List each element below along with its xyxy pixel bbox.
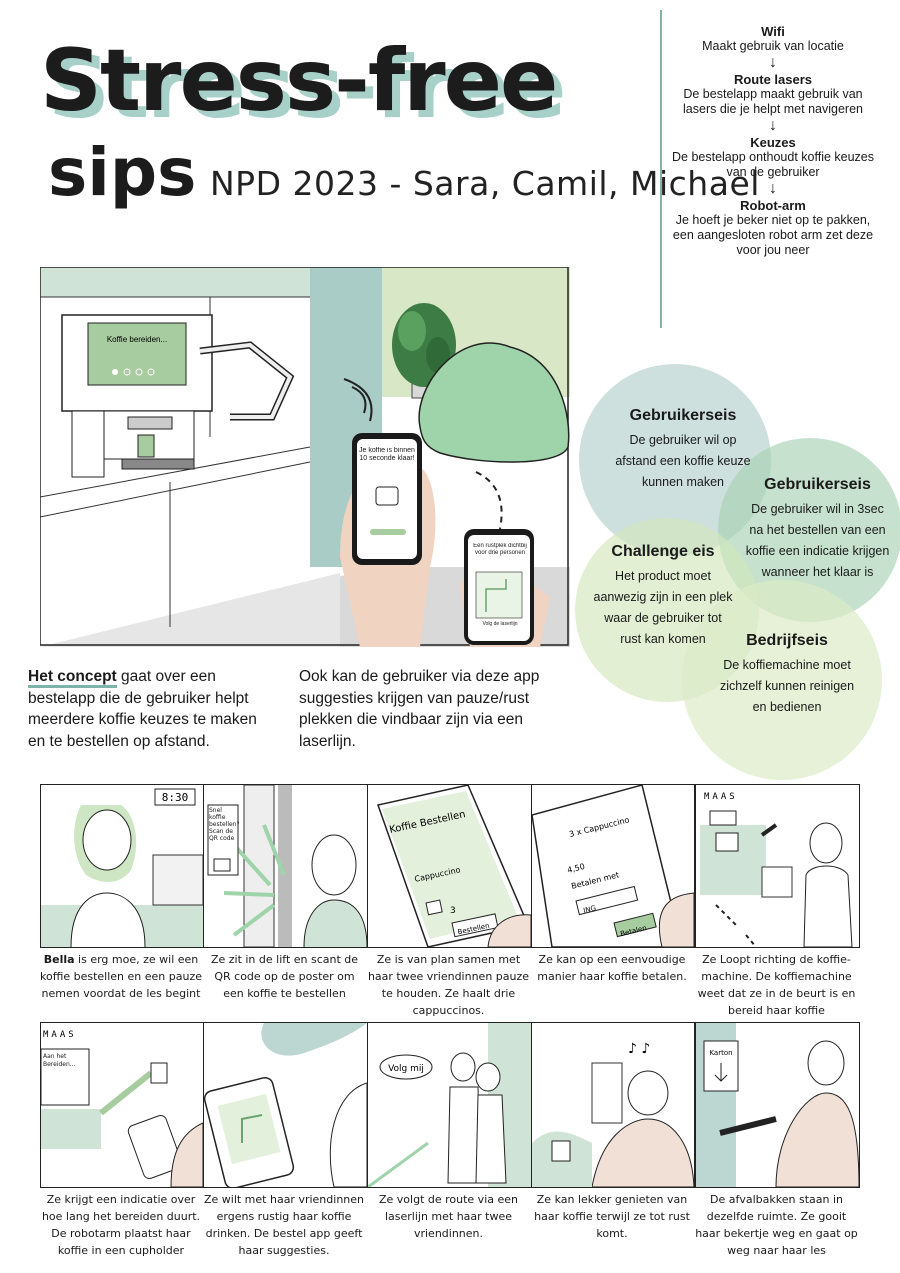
requirement-text: De gebruiker wil op afstand een koffie k…: [615, 433, 751, 489]
story-panel: Karton: [695, 1022, 860, 1188]
story-panel: Snel koffie bestellen? Scan de QR code: [203, 784, 368, 948]
phone-notification-text: Je koffie is binnen 10 seconde klaar!: [359, 447, 415, 462]
story-caption: Ze Loopt richting de koffie-machine. De …: [697, 953, 856, 1017]
flow-divider: [660, 10, 662, 328]
concept-highlight: Het concept: [28, 668, 117, 688]
story-panel: ♪ ♪: [531, 1022, 695, 1188]
panel-illustration: MAAS Aan het Bereiden...: [41, 1030, 203, 1187]
speech-bubble-text: Volg mij: [388, 1064, 424, 1074]
story-caption: Ze volgt de route via een laserlijn met …: [378, 1193, 518, 1240]
story-panel: Koffie Bestellen Cappuccino 3 Bestellen: [367, 784, 532, 948]
sign-text: MAAS: [704, 792, 738, 802]
panel-illustration: ♪ ♪: [532, 1041, 694, 1187]
story-caption: Ze wilt met haar vriendinnen ergens rust…: [203, 1193, 365, 1257]
story-panel: 3 x Cappuccino 4,50 Betalen met ING Beta…: [531, 784, 695, 948]
story-panel: Volg mij: [367, 1022, 532, 1188]
poster-text: Snel koffie bestellen? Scan de QR code: [209, 807, 239, 842]
requirement-text: De gebruiker wil in 3sec na het bestelle…: [745, 502, 890, 579]
flow-text: Je hoeft je beker niet op te pakken, een…: [672, 213, 874, 257]
panel-illustration: MAAS: [700, 792, 853, 947]
bin-label: Karton: [709, 1049, 732, 1057]
page-title-secondary: sips: [48, 134, 197, 211]
page-title: Stress-free: [40, 31, 558, 131]
story-panel: MAAS: [695, 784, 860, 948]
story-caption: Ze is van plan samen met haar twee vrien…: [367, 953, 530, 1017]
panel-illustration: [204, 1023, 367, 1187]
concept-illustration: Koffie bereiden... Je koffie is binnen 1…: [40, 267, 570, 647]
phone-suggestion-text: Een rustplek dichtbij voor drie personen: [473, 543, 527, 556]
story-caption: Ze kan op een eenvoudige manier haar kof…: [537, 953, 687, 983]
arrow-down-icon: ↓: [769, 180, 777, 197]
concept-description-2: Ook kan de gebruiker via deze app sugges…: [299, 668, 540, 750]
flow-text: De bestelapp onthoudt koffie keuzes van …: [672, 150, 874, 179]
story-panel: 8:30: [40, 784, 204, 948]
panel-illustration: Snel koffie bestellen? Scan de QR code: [207, 785, 367, 947]
clock-time: 8:30: [162, 791, 189, 804]
app-quantity: 3: [450, 906, 456, 916]
requirement-title: Gebruikerseis: [629, 407, 737, 424]
story-caption: Ze krijgt een indicatie over hoe lang he…: [41, 1193, 201, 1257]
flow-heading: Wifi: [761, 24, 785, 39]
requirement-title: Gebruikerseis: [764, 476, 871, 493]
concept-description: Het concept gaat over een bestelapp die …: [28, 666, 268, 752]
panel-illustration: 3 x Cappuccino 4,50 Betalen met ING Beta…: [532, 785, 694, 947]
story-panel: [203, 1022, 368, 1188]
panel-illustration: 8:30: [41, 788, 203, 947]
machine-status-text: Aan het Bereiden...: [43, 1053, 76, 1068]
requirement-company: Bedrijfseis De koffiemachine moet zichze…: [712, 632, 862, 718]
story-caption: Ze zit in de lift en scant de QR code op…: [210, 953, 359, 1000]
arrow-down-icon: ↓: [769, 117, 777, 134]
requirement-title: Bedrijfseis: [746, 632, 828, 649]
character-name: Bella: [43, 953, 75, 966]
flow-text: De bestelapp maakt gebruik van lasers di…: [683, 87, 863, 116]
flow-heading: Keuzes: [750, 135, 796, 150]
panel-illustration: Koffie Bestellen Cappuccino 3 Bestellen: [377, 785, 531, 947]
panel-illustration: Karton: [696, 1023, 859, 1187]
arrow-down-icon: ↓: [769, 54, 777, 71]
panel-illustration: Volg mij: [368, 1023, 531, 1187]
machine-screen-text: Koffie bereiden...: [107, 335, 167, 344]
requirement-user-2: Gebruikerseis De gebruiker wil in 3sec n…: [735, 476, 900, 583]
story-caption: De afvalbakken staan in dezelfde ruimte.…: [695, 1193, 858, 1257]
flow-heading: Route lasers: [733, 72, 813, 87]
flow-heading: Robot-arm: [740, 198, 806, 213]
requirement-title: Challenge eis: [611, 543, 715, 560]
story-panel: MAAS Aan het Bereiden...: [40, 1022, 204, 1188]
flow-text: Maakt gebruik van locatie: [702, 39, 844, 53]
music-note-icon: ♪ ♪: [628, 1041, 650, 1057]
sign-text: MAAS: [43, 1030, 77, 1040]
story-caption: Bella is erg moe, ze wil een koffie best…: [36, 951, 206, 1002]
phone-footer-text: Volg de laserlijn: [482, 621, 518, 627]
feature-flow: Wifi Maakt gebruik van locatie ↓ Route l…: [668, 24, 878, 258]
story-caption: Ze kan lekker genieten van haar koffie t…: [534, 1193, 690, 1240]
requirement-text: De koffiemachine moet zichzelf kunnen re…: [719, 658, 855, 714]
